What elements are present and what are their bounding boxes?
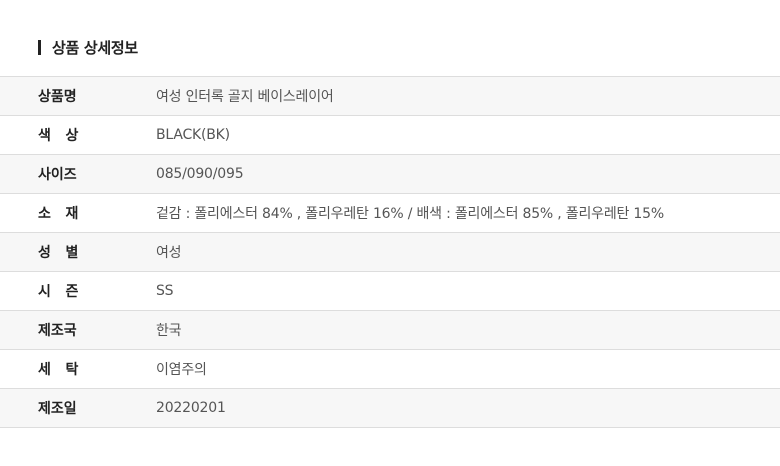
spec-label: 세 탁	[38, 362, 79, 378]
spec-label: 제조국	[38, 323, 77, 339]
spec-row-gender: 성 별 여성	[0, 233, 780, 272]
spec-label: 색 상	[38, 128, 79, 144]
section-title: 상품 상세정보	[52, 38, 138, 57]
spec-value: 여성 인터록 골지 베이스레이어	[156, 89, 334, 105]
spec-row-color: 색 상 BLACK(BK)	[0, 116, 780, 155]
product-spec-table: 상품명 여성 인터록 골지 베이스레이어 색 상 BLACK(BK) 사이즈 0…	[0, 76, 780, 428]
spec-row-product-name: 상품명 여성 인터록 골지 베이스레이어	[0, 77, 780, 116]
spec-label: 상품명	[38, 89, 77, 105]
spec-value: 20220201	[156, 400, 226, 416]
section-header: 상품 상세정보	[38, 38, 138, 57]
header-accent-bar	[38, 39, 41, 55]
spec-row-material: 소 재 겉감 : 폴리에스터 84% , 폴리우레탄 16% / 배색 : 폴리…	[0, 194, 780, 233]
spec-value: 한국	[156, 323, 182, 339]
spec-row-size: 사이즈 085/090/095	[0, 155, 780, 194]
spec-value: 겉감 : 폴리에스터 84% , 폴리우레탄 16% / 배색 : 폴리에스터 …	[156, 206, 664, 222]
spec-value: SS	[156, 283, 174, 299]
spec-value: 여성	[156, 245, 182, 261]
spec-row-washing: 세 탁 이염주의	[0, 350, 780, 389]
spec-row-manufacture-date: 제조일 20220201	[0, 389, 780, 428]
spec-value: BLACK(BK)	[156, 127, 230, 143]
spec-value: 이염주의	[156, 362, 207, 378]
spec-row-country: 제조국 한국	[0, 311, 780, 350]
spec-label: 시 즌	[38, 284, 79, 300]
spec-label: 사이즈	[38, 167, 77, 183]
spec-value: 085/090/095	[156, 166, 244, 182]
spec-label: 제조일	[38, 401, 77, 417]
spec-label: 소 재	[38, 206, 79, 222]
spec-row-season: 시 즌 SS	[0, 272, 780, 311]
spec-label: 성 별	[38, 245, 79, 261]
